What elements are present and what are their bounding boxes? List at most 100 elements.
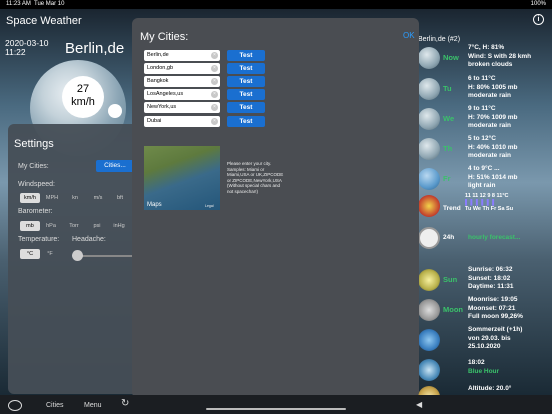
bluehour-icon xyxy=(418,359,440,381)
tab-menu[interactable]: Menu xyxy=(84,402,102,409)
wind-value: 27 xyxy=(76,83,90,95)
city-input-value: Dubai xyxy=(147,118,162,124)
test-button-1[interactable]: Test xyxy=(227,50,265,61)
city-hint-text: Please enter your city. Samples: Miami o… xyxy=(227,161,284,194)
city-input-value: London,gb xyxy=(147,65,173,71)
forecast-line: 6 to 11°C xyxy=(468,75,496,82)
tab-cities[interactable]: Cities xyxy=(46,402,64,409)
map-legal-link[interactable]: Legal xyxy=(205,204,214,208)
windspeed-option-bft[interactable]: bft xyxy=(110,193,130,203)
forecast-details: 6 to 11°C H: 80% 1005 mb moderate rain xyxy=(468,75,518,101)
dst-line: von 29.03. bis xyxy=(468,334,511,342)
sun-line: Sunset: 18:02 xyxy=(468,274,511,282)
forecast-line: 7°C, H: 81% xyxy=(468,44,505,51)
windspeed-label: Windspeed: xyxy=(18,181,55,188)
trend-values: 11 11 12 9 8 11°C ▌ ▌ ▌ ▌ ▌ ▌ Tu We Th F… xyxy=(465,193,513,212)
clear-icon[interactable]: × xyxy=(211,91,218,98)
forecast-details: 5 to 12°C H: 40% 1010 mb moderate rain xyxy=(468,135,518,161)
settings-title: Settings xyxy=(14,138,54,150)
dst-line: 25.10.2020 xyxy=(468,343,501,350)
forecast-line: H: 70% 1009 mb xyxy=(468,113,518,121)
city-input-3[interactable]: Bangkok × xyxy=(144,76,220,87)
city-map[interactable] xyxy=(144,146,220,210)
maps-label: Maps xyxy=(147,202,162,208)
ok-button[interactable]: OK xyxy=(403,31,415,40)
cities-button[interactable]: Cities... xyxy=(96,160,134,172)
sun-details: Sunrise: 06:32 Sunset: 18:02 Daytime: 11… xyxy=(468,266,514,292)
barometer-option-inhg[interactable]: inHg xyxy=(108,221,130,231)
bluehour-details: 18:02 Blue Hour xyxy=(468,359,499,376)
city-input-6[interactable]: Dubai × xyxy=(144,116,220,127)
forecast-row-now: Now 7°C, H: 81% Wind: S with 28 kmh brok… xyxy=(418,44,552,72)
headache-slider-thumb[interactable] xyxy=(72,250,83,261)
earth-icon xyxy=(418,329,440,351)
city-input-value: Bangkok xyxy=(147,78,169,84)
my-cities-label: My Cities: xyxy=(18,163,49,170)
moon-icon xyxy=(418,299,440,321)
test-button-2[interactable]: Test xyxy=(227,63,265,74)
moon-details: Moonrise: 19:05 Moonset: 07:21 Full moon… xyxy=(468,296,523,322)
hourly-forecast-link[interactable]: hourly forecast... xyxy=(468,234,520,241)
moon-line: Full moon 99,26% xyxy=(468,313,523,320)
trend-label[interactable]: Trend xyxy=(443,205,461,212)
barometer-option-mb[interactable]: mb xyxy=(20,221,40,231)
sun-label: Sun xyxy=(443,275,458,284)
wind-unit: km/h xyxy=(71,96,95,108)
sun-row: Sun Sunrise: 06:32 Sunset: 18:02 Daytime… xyxy=(418,266,552,294)
forecast-details: 7°C, H: 81% Wind: S with 28 kmh broken c… xyxy=(468,44,531,70)
test-button-4[interactable]: Test xyxy=(227,89,265,100)
current-datetime: 2020-03-10 11:22 xyxy=(5,39,48,57)
refresh-icon[interactable]: ↻ xyxy=(121,398,129,409)
windspeed-option-kmh[interactable]: km/h xyxy=(20,193,40,203)
test-button-3[interactable]: Test xyxy=(227,76,265,87)
windspeed-option-ms[interactable]: m/s xyxy=(86,193,110,203)
sun-altitude-icon xyxy=(418,386,440,395)
bluehour-line: Blue Hour xyxy=(468,367,500,375)
clear-icon[interactable]: × xyxy=(211,65,218,72)
clear-icon[interactable]: × xyxy=(211,52,218,59)
barometer-option-torr[interactable]: Torr xyxy=(62,221,86,231)
barometer-option-psi[interactable]: psi xyxy=(86,221,108,231)
temperature-option-f[interactable]: °F xyxy=(40,249,60,259)
forecast-line: broken clouds xyxy=(468,61,513,68)
headache-slider-track[interactable] xyxy=(74,255,134,257)
rain-icon xyxy=(418,138,440,160)
clock-icon[interactable] xyxy=(418,227,440,249)
forecast-day: Th xyxy=(443,144,453,153)
forecast-day: Fr xyxy=(443,174,451,183)
forecast-line: 4 to 9°C ... xyxy=(468,165,500,172)
moon-row: Moon Moonrise: 19:05 Moonset: 07:21 Full… xyxy=(418,296,552,324)
windspeed-option-mph[interactable]: MPH xyxy=(40,193,64,203)
forecast-line: 9 to 11°C xyxy=(468,105,496,112)
back-arrow-icon[interactable]: ◀ xyxy=(416,400,422,409)
city-input-2[interactable]: London,gb × xyxy=(144,63,220,74)
test-button-6[interactable]: Test xyxy=(227,116,265,127)
altitude-line: Altitude: 20.0° xyxy=(468,385,512,392)
h24-label[interactable]: 24h xyxy=(443,234,454,241)
barometer-option-hpa[interactable]: hPa xyxy=(40,221,62,231)
settings-gear-icon[interactable] xyxy=(8,400,22,411)
clear-icon[interactable]: × xyxy=(211,104,218,111)
moon-line: Moonrise: 19:05 xyxy=(468,296,518,303)
forecast-details: 9 to 11°C H: 70% 1009 mb moderate rain xyxy=(468,105,518,131)
cloud-icon xyxy=(418,47,440,69)
temperature-option-c[interactable]: °C xyxy=(20,249,40,259)
info-icon[interactable]: i xyxy=(533,14,544,25)
forecast-line: H: 51% 1014 mb xyxy=(468,173,518,181)
forecast-row-fr: Fr 4 to 9°C ... H: 51% 1014 mb light rai… xyxy=(418,165,552,193)
city-input-5[interactable]: NewYork,us × xyxy=(144,102,220,113)
sun-line: Daytime: 11:31 xyxy=(468,283,514,290)
forecast-line: moderate rain xyxy=(468,122,511,129)
status-date: Tue Mar 10 xyxy=(34,1,65,7)
test-button-5[interactable]: Test xyxy=(227,102,265,113)
status-battery: 100% xyxy=(530,1,546,7)
city-input-4[interactable]: LosAngeles,us × xyxy=(144,89,220,100)
city-input-1[interactable]: Berlin,de × xyxy=(144,50,220,61)
dst-line: Sommerzeit (+1h) xyxy=(468,326,523,333)
windspeed-option-kn[interactable]: kn xyxy=(64,193,86,203)
status-bar: 11:23 AM Tue Mar 10 100% xyxy=(0,0,552,9)
clear-icon[interactable]: × xyxy=(211,78,218,85)
home-indicator xyxy=(206,408,346,410)
clear-icon[interactable]: × xyxy=(211,118,218,125)
trend-icon[interactable] xyxy=(418,195,440,217)
